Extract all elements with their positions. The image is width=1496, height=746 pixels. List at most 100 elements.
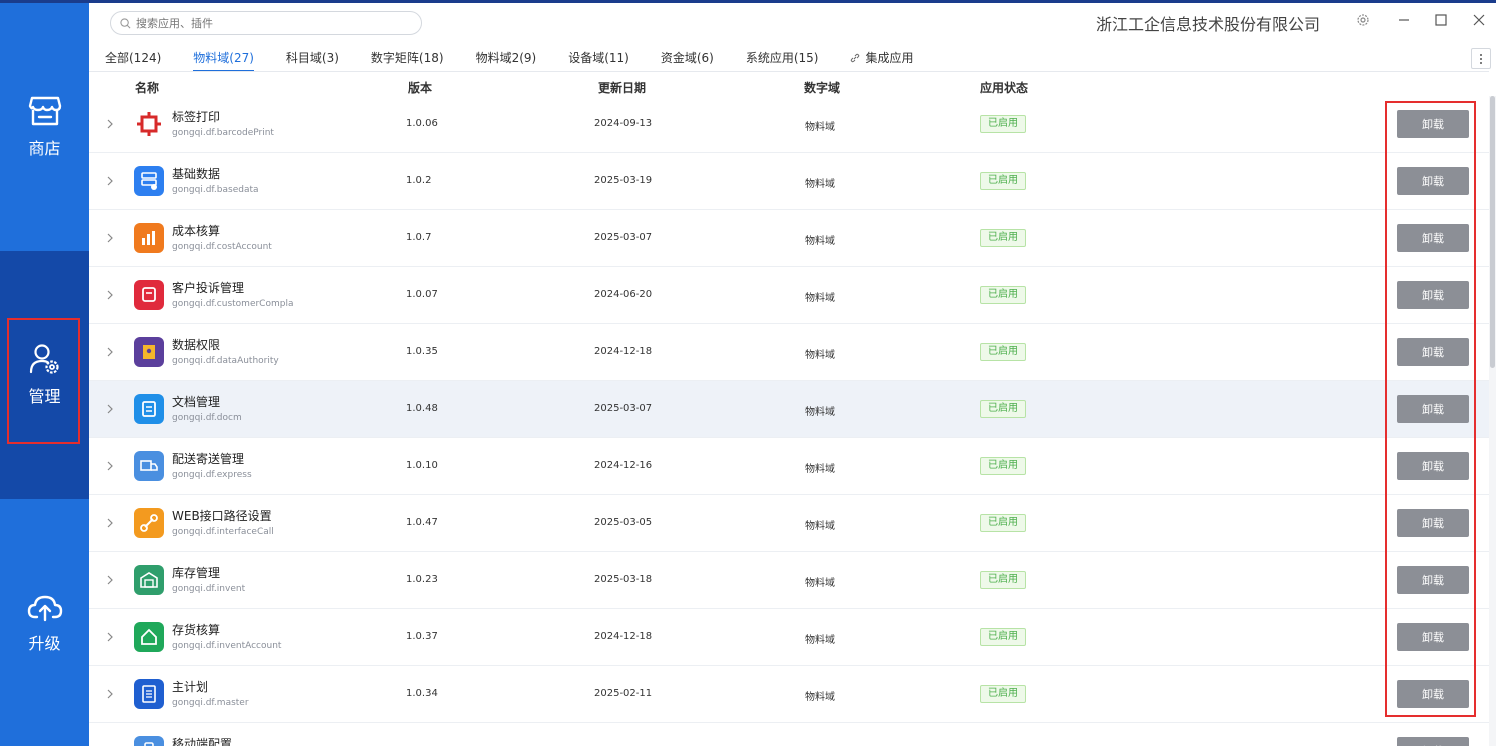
table-row[interactable]: 库存管理 gongqi.df.invent 1.0.23 2025-03-18 物料域 已… — [89, 552, 1489, 609]
tab-material2[interactable]: 物料域2(9) — [476, 50, 537, 72]
inventory-account-icon — [134, 622, 164, 652]
app-version: 1.0.2 — [406, 175, 432, 186]
expand-chevron-icon[interactable] — [105, 230, 115, 244]
app-update-date: 2025-03-18 — [594, 574, 653, 585]
uninstall-button[interactable]: 卸载 — [1397, 224, 1469, 252]
uninstall-button[interactable]: 卸载 — [1397, 167, 1469, 195]
tab-equipment[interactable]: 设备域(11) — [568, 50, 629, 72]
table-row[interactable]: 主计划 gongqi.df.master 1.0.34 2025-02-11 物料域 已启… — [89, 666, 1489, 723]
expand-chevron-icon[interactable] — [105, 458, 115, 472]
status-badge: 已启用 — [980, 115, 1026, 133]
close-button[interactable] — [1468, 10, 1490, 30]
app-update-date: 2024-09-13 — [594, 118, 653, 129]
table-row[interactable]: 标签打印 gongqi.df.barcodePrint 1.0.06 2024-09-… — [89, 96, 1489, 153]
tab-subject[interactable]: 科目域(3) — [286, 50, 339, 72]
table-row[interactable]: WEB接口路径设置 gongqi.df.interfaceCall 1.0.47 20… — [89, 495, 1489, 552]
table-row[interactable]: 配送寄送管理 gongqi.df.express 1.0.10 2024-12-16 物… — [89, 438, 1489, 495]
app-name: 库存管理 — [172, 566, 221, 580]
sidebar-item-upgrade[interactable]: 升级 — [0, 499, 89, 746]
expand-chevron-icon[interactable] — [105, 629, 115, 643]
app-table: 标签打印 gongqi.df.barcodePrint 1.0.06 2024-09-… — [89, 96, 1489, 746]
close-icon — [1473, 14, 1485, 26]
app-name: 数据权限 — [172, 338, 221, 352]
expand-chevron-icon[interactable] — [105, 173, 115, 187]
tab-all[interactable]: 全部(124) — [105, 50, 161, 72]
status-badge: 已启用 — [980, 286, 1026, 304]
app-package-id: gongqi.df.costAccount — [172, 242, 272, 252]
tab-system-apps[interactable]: 系统应用(15) — [746, 50, 819, 72]
minimize-icon — [1399, 19, 1409, 21]
uninstall-button[interactable]: 卸载 — [1397, 338, 1469, 366]
table-row[interactable]: 文档管理 gongqi.df.docm 1.0.48 2025-03-07 物料域 已启用… — [89, 381, 1489, 438]
minimize-button[interactable] — [1393, 10, 1415, 30]
complaint-icon — [134, 280, 164, 310]
sidebar-item-manage[interactable]: 管理 — [0, 251, 89, 499]
uninstall-button[interactable]: 卸载 — [1397, 680, 1469, 708]
uninstall-button[interactable]: 卸载 — [1397, 395, 1469, 423]
column-header-domain: 数字域 — [804, 81, 841, 95]
app-name: 配送寄送管理 — [172, 452, 245, 466]
uninstall-button[interactable]: 卸载 — [1397, 623, 1469, 651]
app-update-date: 2025-03-19 — [594, 175, 653, 186]
expand-chevron-icon[interactable] — [105, 344, 115, 358]
app-version: 1.0.10 — [406, 460, 438, 471]
app-update-date: 2024-12-18 — [594, 631, 653, 642]
status-badge: 已启用 — [980, 457, 1026, 475]
sidebar-item-label: 管理 — [28, 387, 61, 406]
table-row[interactable]: 成本核算 gongqi.df.costAccount 1.0.7 2025-03-07… — [89, 210, 1489, 267]
expand-chevron-icon[interactable] — [105, 116, 115, 130]
app-domain: 物料域 — [805, 407, 835, 418]
scrollbar-thumb[interactable] — [1490, 96, 1495, 368]
app-name: 客户投诉管理 — [172, 281, 245, 295]
table-row[interactable]: 基础数据 gongqi.df.basedata 1.0.2 2025-03-19 物料域… — [89, 153, 1489, 210]
expand-chevron-icon[interactable] — [105, 401, 115, 415]
table-row[interactable]: 数据权限 gongqi.df.dataAuthority 1.0.35 2024-12… — [89, 324, 1489, 381]
app-domain: 物料域 — [805, 464, 835, 475]
express-icon — [134, 451, 164, 481]
expand-chevron-icon[interactable] — [105, 572, 115, 586]
uninstall-button[interactable]: 卸载 — [1397, 452, 1469, 480]
expand-chevron-icon[interactable] — [105, 515, 115, 529]
tab-funds[interactable]: 资金域(6) — [661, 50, 714, 72]
status-badge: 已启用 — [980, 571, 1026, 589]
app-update-date: 2025-02-11 — [594, 688, 653, 699]
expand-chevron-icon[interactable] — [105, 287, 115, 301]
data-authority-icon — [134, 337, 164, 367]
maximize-button[interactable] — [1430, 10, 1452, 30]
app-name: 主计划 — [172, 680, 209, 694]
uninstall-button[interactable]: 卸载 — [1397, 281, 1469, 309]
app-update-date: 2024-12-16 — [594, 460, 653, 471]
more-vertical-icon — [1480, 53, 1482, 64]
app-version: 1.0.34 — [406, 688, 438, 699]
settings-button[interactable] — [1352, 10, 1374, 30]
table-row[interactable]: 客户投诉管理 gongqi.df.customerCompla 1.0.07 2024… — [89, 267, 1489, 324]
sidebar: 商店 管理 升级 — [0, 3, 89, 746]
app-version: 1.0.37 — [406, 631, 438, 642]
uninstall-button[interactable]: 卸载 — [1397, 737, 1469, 746]
uninstall-button[interactable]: 卸载 — [1397, 509, 1469, 537]
expand-chevron-icon[interactable] — [105, 686, 115, 700]
status-badge: 已启用 — [980, 685, 1026, 703]
app-version: 1.0.23 — [406, 574, 438, 585]
search-box[interactable] — [110, 11, 422, 35]
app-version: 1.0.06 — [406, 118, 438, 129]
app-name: 存货核算 — [172, 623, 221, 637]
uninstall-button[interactable]: 卸载 — [1397, 566, 1469, 594]
sidebar-item-store[interactable]: 商店 — [0, 3, 89, 251]
app-domain: 物料域 — [805, 122, 835, 133]
table-row[interactable]: 存货核算 gongqi.df.inventAccount 1.0.37 2024-12… — [89, 609, 1489, 666]
uninstall-button[interactable]: 卸载 — [1397, 110, 1469, 138]
app-domain: 物料域 — [805, 692, 835, 703]
tab-material[interactable]: 物料域(27) — [193, 50, 254, 72]
table-row[interactable]: 移动端配置 卸载 — [89, 723, 1489, 746]
app-package-id: gongqi.df.invent — [172, 584, 246, 594]
tab-integration[interactable]: 集成应用 — [850, 50, 914, 72]
search-input[interactable] — [136, 16, 406, 30]
store-icon — [28, 96, 61, 126]
app-name: WEB接口路径设置 — [172, 509, 272, 523]
tab-digital-matrix[interactable]: 数字矩阵(18) — [371, 50, 444, 72]
app-name: 成本核算 — [172, 224, 221, 238]
more-options-button[interactable] — [1471, 48, 1491, 69]
column-header-status: 应用状态 — [980, 81, 1029, 95]
app-name: 基础数据 — [172, 167, 221, 181]
